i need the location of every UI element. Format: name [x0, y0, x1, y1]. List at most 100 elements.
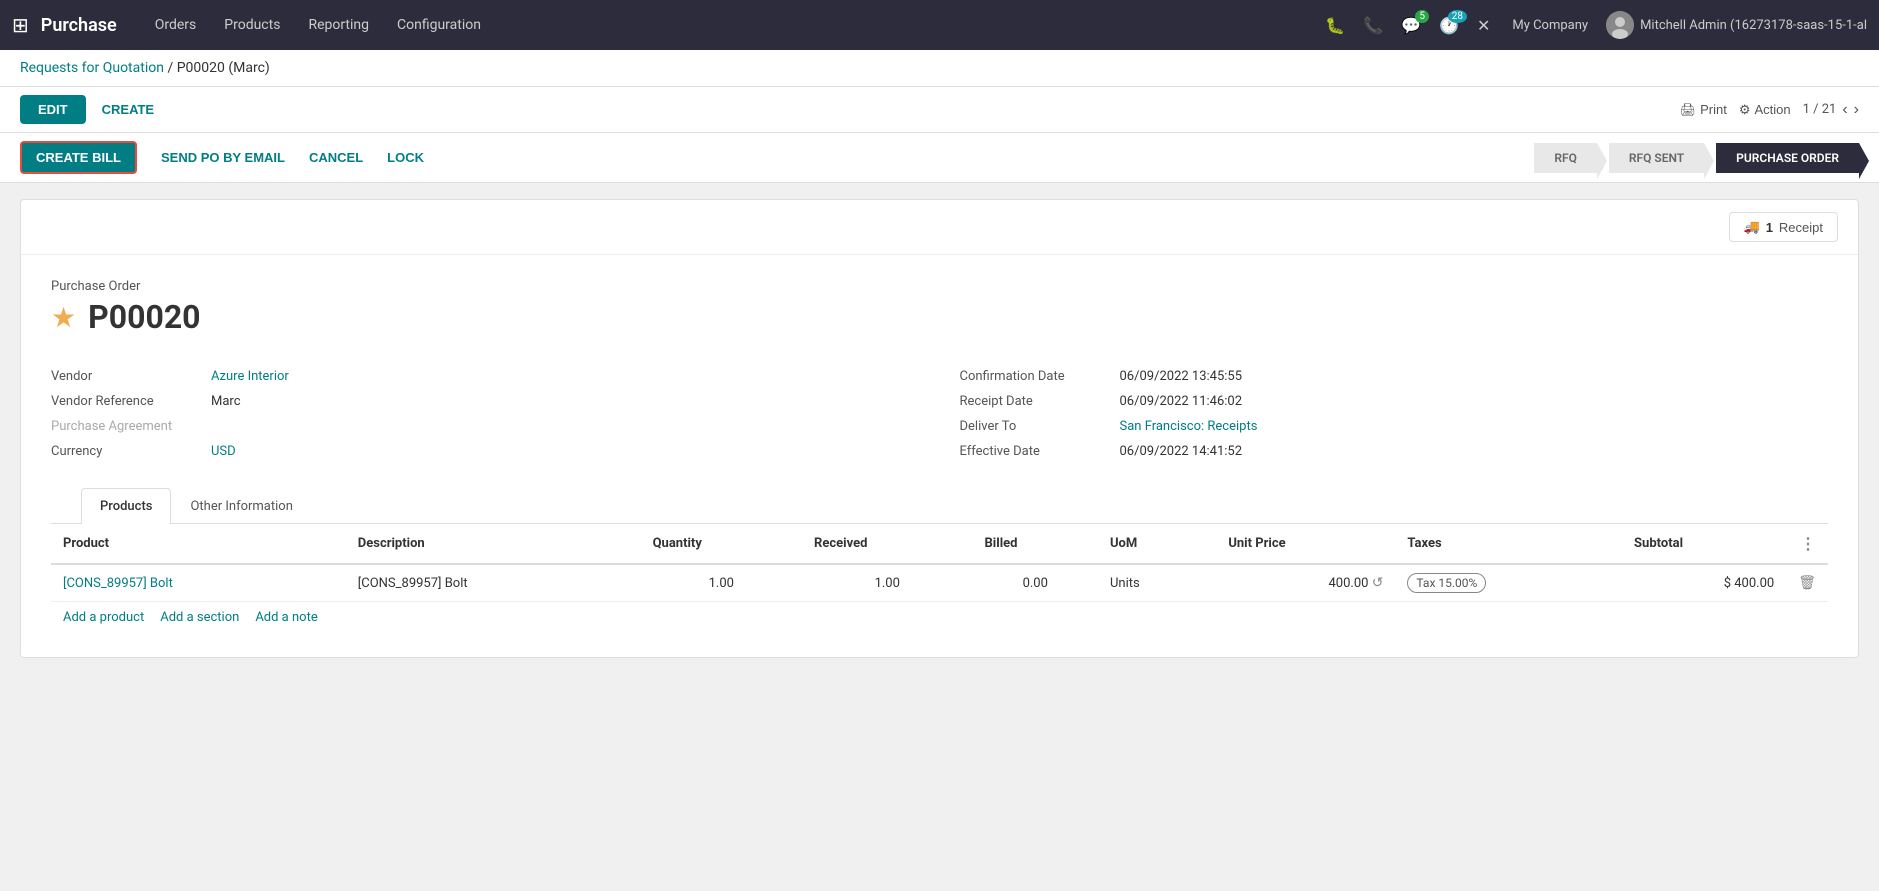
col-received: Received [802, 524, 973, 564]
breadcrumb-parent[interactable]: Requests for Quotation [20, 60, 164, 76]
currency-field: Currency USD [51, 439, 920, 464]
send-po-button[interactable]: SEND PO BY EMAIL [149, 143, 297, 172]
order-number: P00020 [88, 298, 200, 336]
col-subtotal: Subtotal [1622, 524, 1786, 564]
top-navigation: ⊞ Purchase Orders Products Reporting Con… [0, 0, 1879, 50]
col-billed: Billed [973, 524, 1098, 564]
deliver-to-field: Deliver To San Francisco: Receipts [960, 414, 1829, 439]
document-title: ★ P00020 [51, 298, 1828, 336]
clock-badge: 28 [1448, 10, 1467, 23]
col-product: Product [51, 524, 346, 564]
tax-badge[interactable]: Tax 15.00% [1407, 573, 1486, 593]
close-icon[interactable]: ✕ [1473, 12, 1494, 39]
confirmation-date-field: Confirmation Date 06/09/2022 13:45:55 [960, 364, 1829, 389]
user-info: Mitchell Admin (16273178-saas-15-1-al [1606, 11, 1867, 39]
reset-icon[interactable]: ↺ [1372, 575, 1384, 591]
action-button[interactable]: ⚙ Action [1739, 102, 1791, 118]
status-pipeline: RFQ RFQ SENT PURCHASE ORDER [1534, 143, 1859, 173]
effective-date-value: 06/09/2022 14:41:52 [1120, 444, 1243, 459]
tabs-bar: Products Other Information [51, 488, 1828, 524]
nav-products[interactable]: Products [210, 0, 294, 50]
status-bar: CREATE BILL SEND PO BY EMAIL CANCEL LOCK… [0, 133, 1879, 183]
receipt-button[interactable]: 🚚 1 Receipt [1729, 212, 1839, 242]
add-note-link[interactable]: Add a note [255, 610, 317, 625]
table-footer: Add a product Add a section Add a note [51, 602, 1828, 633]
prev-page-button[interactable]: ‹ [1842, 101, 1847, 119]
effective-date-field: Effective Date 06/09/2022 14:41:52 [960, 439, 1829, 464]
col-quantity: Quantity [641, 524, 802, 564]
gear-icon: ⚙ [1739, 102, 1751, 118]
pagination: 1 / 21 ‹ › [1803, 101, 1859, 119]
col-description: Description [346, 524, 641, 564]
row-delete: 🗑 [1786, 564, 1828, 602]
add-section-link[interactable]: Add a section [160, 610, 239, 625]
vendor-reference-field: Vendor Reference Marc [51, 389, 920, 414]
row-subtotal: $ 400.00 [1622, 564, 1786, 602]
pipeline-rfq[interactable]: RFQ [1534, 143, 1597, 173]
nav-orders[interactable]: Orders [141, 0, 211, 50]
user-name: Mitchell Admin (16273178-saas-15-1-al [1640, 18, 1867, 33]
nav-icons: 🐛 📞 💬 5 🕐 28 ✕ My Company Mitchell Admin… [1321, 11, 1867, 39]
main-content: 🚚 1 Receipt Purchase Order ★ P00020 Vend… [0, 183, 1879, 874]
breadcrumb-separator: / [167, 60, 176, 76]
pipeline-rfq-sent[interactable]: RFQ SENT [1609, 143, 1704, 173]
receipt-bar: 🚚 1 Receipt [21, 200, 1858, 255]
add-product-link[interactable]: Add a product [63, 610, 144, 625]
cancel-button[interactable]: CANCEL [297, 143, 375, 172]
row-uom: Units [1098, 564, 1216, 602]
products-table: Product Description Quantity Received Bi… [51, 524, 1828, 602]
receipt-date-field: Receipt Date 06/09/2022 11:46:02 [960, 389, 1829, 414]
tab-products[interactable]: Products [81, 488, 171, 524]
create-bill-button[interactable]: CREATE BILL [20, 141, 137, 174]
company-name: My Company [1512, 18, 1588, 33]
row-taxes: Tax 15.00% [1395, 564, 1622, 602]
deliver-to-value[interactable]: San Francisco: Receipts [1120, 419, 1258, 434]
truck-icon: 🚚 [1744, 219, 1760, 235]
edit-button[interactable]: EDIT [20, 95, 86, 124]
document-card: 🚚 1 Receipt Purchase Order ★ P00020 Vend… [20, 199, 1859, 658]
col-uom: UoM [1098, 524, 1216, 564]
currency-value[interactable]: USD [211, 444, 236, 459]
nav-reporting[interactable]: Reporting [294, 0, 383, 50]
lock-button[interactable]: LOCK [375, 143, 436, 172]
row-quantity: 1.00 [641, 564, 802, 602]
create-button[interactable]: CREATE [98, 95, 158, 124]
vendor-reference-value: Marc [211, 394, 241, 409]
print-button[interactable]: 🖨 Print [1680, 102, 1727, 118]
table-row: [CONS_89957] Bolt [CONS_89957] Bolt 1.00… [51, 564, 1828, 602]
col-taxes: Taxes [1395, 524, 1622, 564]
chat-icon[interactable]: 💬 5 [1397, 12, 1425, 39]
nav-configuration[interactable]: Configuration [383, 0, 495, 50]
pipeline-purchase-order[interactable]: PURCHASE ORDER [1716, 143, 1859, 173]
printer-icon: 🖨 [1680, 102, 1697, 118]
row-billed: 0.00 [973, 564, 1098, 602]
tab-other-information[interactable]: Other Information [171, 488, 311, 524]
receipt-label: Receipt [1779, 220, 1823, 235]
chat-badge: 5 [1415, 10, 1429, 23]
vendor-field: Vendor Azure Interior [51, 364, 920, 389]
document-body: Purchase Order ★ P00020 Vendor Azure Int… [21, 255, 1858, 657]
phone-icon[interactable]: 📞 [1359, 12, 1387, 39]
next-page-button[interactable]: › [1854, 101, 1859, 119]
vendor-value[interactable]: Azure Interior [211, 369, 289, 384]
breadcrumb: Requests for Quotation / P00020 (Marc) [0, 50, 1879, 87]
col-unit-price: Unit Price [1216, 524, 1395, 564]
bug-icon[interactable]: 🐛 [1321, 12, 1349, 39]
trash-icon[interactable]: 🗑 [1798, 575, 1816, 591]
app-grid-icon[interactable]: ⊞ [12, 13, 29, 37]
add-links: Add a product Add a section Add a note [63, 610, 1816, 625]
col-menu[interactable]: ⋮ [1786, 524, 1828, 564]
breadcrumb-current: P00020 (Marc) [177, 60, 270, 76]
form-section: Vendor Azure Interior Vendor Reference M… [51, 364, 1828, 464]
user-avatar [1606, 11, 1634, 39]
purchase-agreement-field: Purchase Agreement [51, 414, 920, 439]
star-icon[interactable]: ★ [51, 301, 76, 334]
form-left: Vendor Azure Interior Vendor Reference M… [51, 364, 920, 464]
confirmation-date-value: 06/09/2022 13:45:55 [1120, 369, 1243, 384]
clock-icon[interactable]: 🕐 28 [1435, 12, 1463, 39]
form-right: Confirmation Date 06/09/2022 13:45:55 Re… [960, 364, 1829, 464]
row-unit-price: 400.00 ↺ [1216, 564, 1395, 602]
column-menu-icon[interactable]: ⋮ [1800, 534, 1816, 553]
row-received: 1.00 [802, 564, 973, 602]
row-product[interactable]: [CONS_89957] Bolt [51, 564, 346, 602]
